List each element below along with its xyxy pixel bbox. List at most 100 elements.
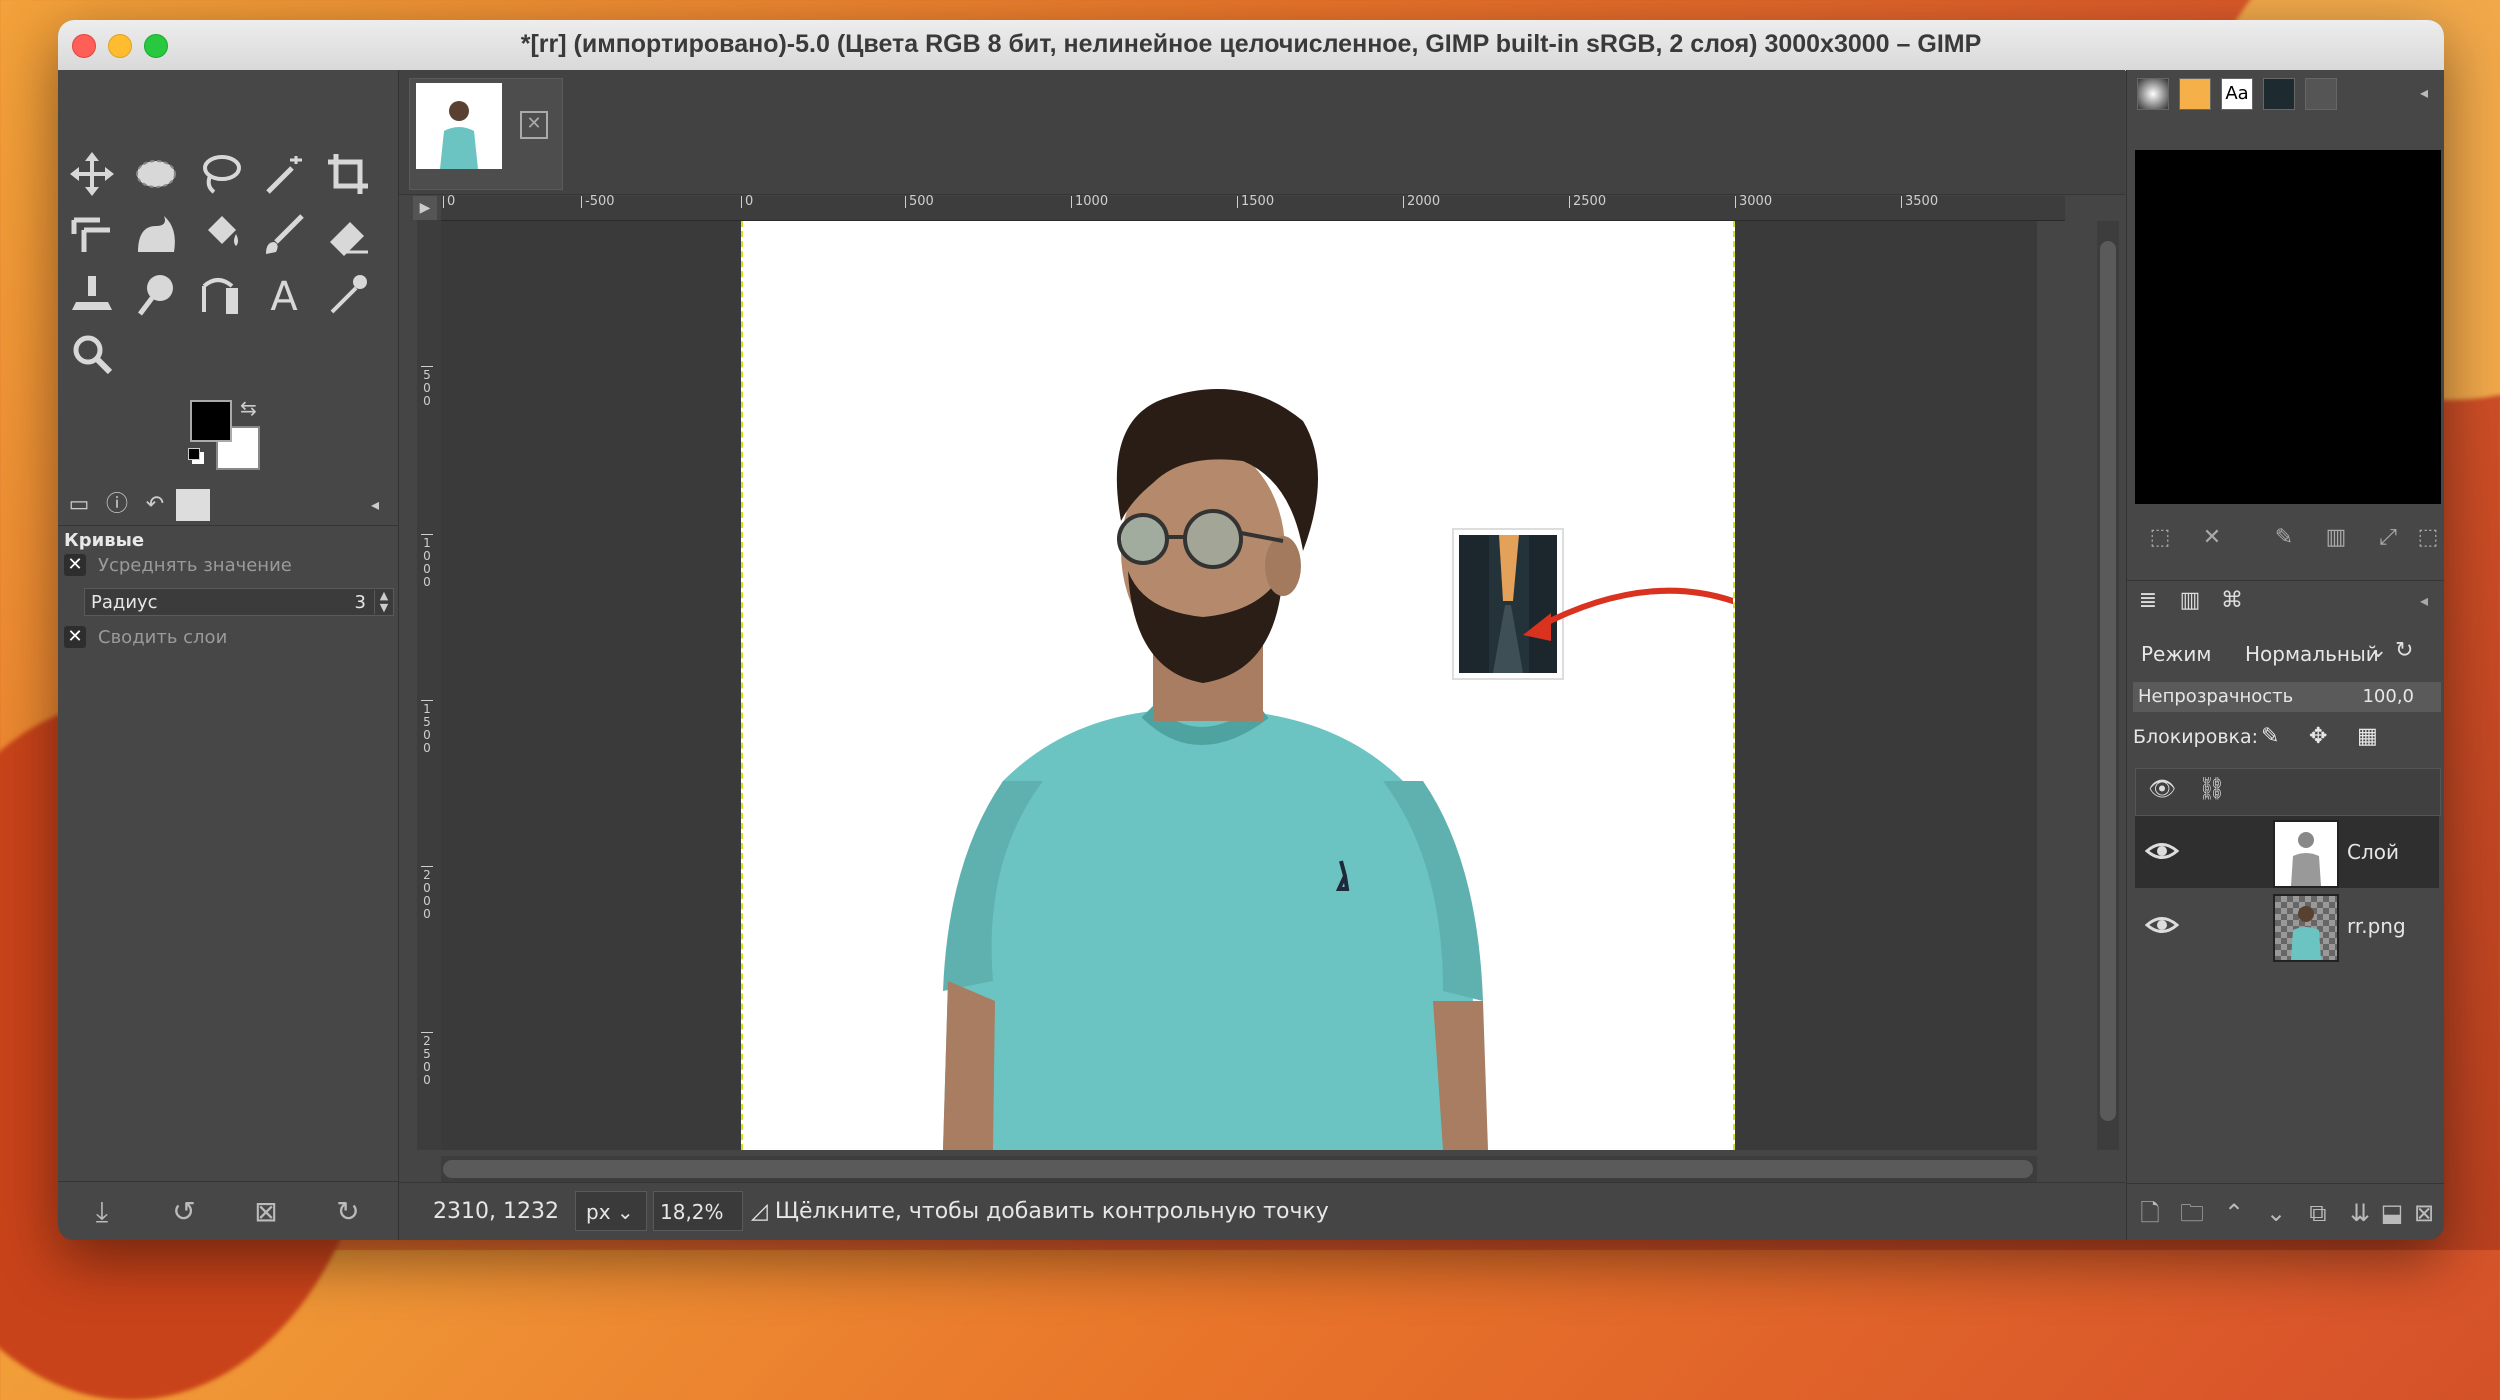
quick-mask-toggle-icon[interactable]: ▶ bbox=[413, 196, 437, 220]
image-tab[interactable]: ✕ bbox=[409, 78, 563, 190]
navigation-preview[interactable] bbox=[2135, 150, 2441, 504]
crop-icon[interactable] bbox=[320, 146, 376, 202]
layer-name[interactable]: Слой bbox=[2347, 840, 2399, 864]
new-layer-icon[interactable]: 🗋 bbox=[2135, 1198, 2165, 1228]
clone-stamp-icon[interactable] bbox=[64, 266, 120, 322]
status-hint: ◿ Щёлкните, чтобы добавить контрольную т… bbox=[751, 1199, 1329, 1224]
sample-average-checkbox[interactable]: ✕ Усреднять значение bbox=[64, 550, 292, 580]
link-header-icon[interactable]: ⛓ bbox=[2198, 777, 2226, 802]
layer-row[interactable]: Слой bbox=[2135, 816, 2439, 888]
tool-options-tab-icon[interactable]: ▭ bbox=[62, 489, 96, 521]
transform-icon[interactable]: ⤢ bbox=[2373, 524, 2403, 552]
images-dock-tab-icon[interactable] bbox=[2263, 78, 2295, 110]
layer-row[interactable]: rr.png bbox=[2135, 890, 2439, 962]
navigation-tab-icon[interactable] bbox=[2305, 78, 2337, 110]
hscroll-thumb[interactable] bbox=[443, 1160, 2033, 1178]
sample-merged-checkbox[interactable]: ✕ Сводить слои bbox=[64, 622, 227, 652]
restore-options-icon[interactable]: ↺ bbox=[166, 1194, 202, 1230]
checkbox-x-icon[interactable]: ✕ bbox=[64, 554, 86, 576]
reset-options-icon[interactable]: ↻ bbox=[330, 1194, 366, 1230]
layer-name[interactable]: rr.png bbox=[2347, 914, 2406, 938]
save-options-icon[interactable]: ⤓ bbox=[84, 1194, 120, 1230]
fuzzy-select-icon[interactable] bbox=[256, 146, 312, 202]
mode-value[interactable]: Нормальный bbox=[2245, 642, 2379, 666]
default-colors-icon[interactable] bbox=[188, 448, 200, 460]
smudge-icon[interactable] bbox=[128, 266, 184, 322]
columns-icon[interactable]: ▥ bbox=[2321, 524, 2351, 552]
pointer-coordinates: 2310, 1232 bbox=[433, 1199, 559, 1224]
swap-colors-icon[interactable]: ⇆ bbox=[240, 396, 257, 420]
bucket-fill-icon[interactable] bbox=[192, 206, 248, 262]
mask-icon[interactable]: ⬓ bbox=[2377, 1198, 2407, 1228]
eye-icon[interactable] bbox=[2144, 836, 2180, 866]
raise-layer-icon[interactable]: ⌃ bbox=[2219, 1198, 2249, 1228]
image-canvas[interactable] bbox=[741, 221, 1797, 1150]
duplicate-layer-icon[interactable]: ⧉ bbox=[2303, 1198, 2333, 1228]
vscroll-thumb[interactable] bbox=[2100, 241, 2116, 1121]
lock-pixels-icon[interactable]: ✎ bbox=[2261, 724, 2279, 749]
selection-icon[interactable]: ⬚ bbox=[2145, 524, 2175, 552]
unit-selector[interactable]: px ⌄ bbox=[575, 1191, 647, 1231]
paths-tab-icon[interactable]: ⌘ bbox=[2217, 587, 2247, 615]
warp-transform-icon[interactable] bbox=[128, 206, 184, 262]
edit-icon[interactable]: ✎ bbox=[2269, 524, 2299, 552]
merge-layer-icon[interactable]: ⇊ bbox=[2345, 1198, 2375, 1228]
lower-layer-icon[interactable]: ⌄ bbox=[2261, 1198, 2291, 1228]
image-window: ✕ ▶ 0 -500 0 500 1000 1500 2000 2500 300… bbox=[399, 70, 2125, 1240]
lock-position-icon[interactable]: ✥ bbox=[2309, 724, 2327, 749]
paths-icon[interactable] bbox=[192, 266, 248, 322]
color-picker-icon[interactable] bbox=[320, 266, 376, 322]
tool-options-tabs: ▭ ⓘ ↶ ◂ bbox=[58, 485, 398, 526]
undo-history-tab-icon[interactable]: ↶ bbox=[138, 489, 172, 521]
move-tool-icon[interactable] bbox=[64, 146, 120, 202]
checkbox-x-icon[interactable]: ✕ bbox=[64, 626, 86, 648]
visibility-header-icon[interactable]: 👁 bbox=[2148, 777, 2176, 802]
layers-menu-icon[interactable]: ◂ bbox=[2409, 587, 2439, 615]
brushes-tab-icon[interactable] bbox=[2137, 78, 2169, 110]
reset-mode-icon[interactable]: ↻ bbox=[2395, 638, 2413, 663]
patterns-tab-icon[interactable] bbox=[2179, 78, 2211, 110]
opacity-slider[interactable]: Непрозрачность 100,0 bbox=[2133, 682, 2441, 712]
fonts-tab-icon[interactable]: Aa bbox=[2221, 78, 2253, 110]
radius-spinner[interactable]: Радиус 3 ▲ ▼ bbox=[84, 588, 394, 616]
foreground-color-swatch[interactable] bbox=[190, 400, 232, 442]
layers-footer: 🗋 🗀 ⌃ ⌄ ⧉ ⇊ ⬓ ⊠ bbox=[2127, 1183, 2444, 1240]
delete-options-icon[interactable]: ⊠ bbox=[248, 1194, 284, 1230]
layer-mode-row[interactable]: Режим Нормальный ⌄ ↻ bbox=[2133, 632, 2439, 676]
close-tab-icon[interactable]: ✕ bbox=[520, 111, 548, 139]
zoom-selector[interactable]: 18,2% ⌄ bbox=[653, 1191, 743, 1231]
clear-icon[interactable]: ✕ bbox=[2197, 524, 2227, 552]
chevron-down-icon[interactable]: ⌄ bbox=[2369, 638, 2387, 663]
fg-bg-colors[interactable]: ⇆ bbox=[188, 396, 270, 480]
channels-tab-icon[interactable]: ▥ bbox=[2175, 587, 2205, 615]
eye-icon[interactable] bbox=[2144, 910, 2180, 940]
text-tool-icon[interactable]: A bbox=[256, 266, 312, 322]
unified-transform-icon[interactable] bbox=[64, 206, 120, 262]
canvas-area[interactable] bbox=[441, 221, 2037, 1150]
vertical-ruler[interactable]: 5 0 0 1 0 0 0 1 5 0 0 2 0 0 0 2 5 0 0 bbox=[417, 220, 442, 1150]
resize-icon[interactable]: ⬚ bbox=[2413, 524, 2443, 552]
horizontal-ruler[interactable]: 0 -500 0 500 1000 1500 2000 2500 3000 35… bbox=[441, 195, 2065, 221]
tool-options-footer: ⤓ ↺ ⊠ ↻ bbox=[58, 1181, 398, 1240]
ellipse-select-icon[interactable] bbox=[128, 146, 184, 202]
tool-options-title: Кривые bbox=[64, 530, 145, 551]
panel-menu-icon[interactable]: ◂ bbox=[358, 489, 392, 521]
status-bar: 2310, 1232 px ⌄ 18,2% ⌄ ◿ Щёлкните, чтоб… bbox=[399, 1182, 2125, 1240]
device-status-tab-icon[interactable]: ⓘ bbox=[100, 489, 134, 521]
new-group-icon[interactable]: 🗀 bbox=[2177, 1198, 2207, 1228]
images-tab-icon[interactable] bbox=[176, 489, 210, 521]
lock-row: Блокировка: ✎ ✥ ▦ bbox=[2133, 718, 2439, 758]
lock-alpha-icon[interactable]: ▦ bbox=[2357, 724, 2378, 749]
lasso-select-icon[interactable] bbox=[192, 146, 248, 202]
vruler-label: 2 5 0 0 bbox=[421, 1032, 433, 1087]
layers-tab-icon[interactable]: ≣ bbox=[2133, 587, 2163, 615]
zoom-tool-icon[interactable] bbox=[64, 326, 120, 382]
paintbrush-icon[interactable] bbox=[256, 206, 312, 262]
horizontal-scrollbar[interactable] bbox=[441, 1156, 2037, 1182]
spin-arrows-icon[interactable]: ▲ ▼ bbox=[374, 590, 393, 614]
delete-layer-icon[interactable]: ⊠ bbox=[2409, 1198, 2439, 1228]
dock-menu-icon[interactable]: ◂ bbox=[2409, 78, 2439, 108]
eraser-icon[interactable] bbox=[320, 206, 376, 262]
vertical-scrollbar[interactable] bbox=[2097, 221, 2119, 1150]
radius-value[interactable]: 3 bbox=[355, 592, 374, 613]
